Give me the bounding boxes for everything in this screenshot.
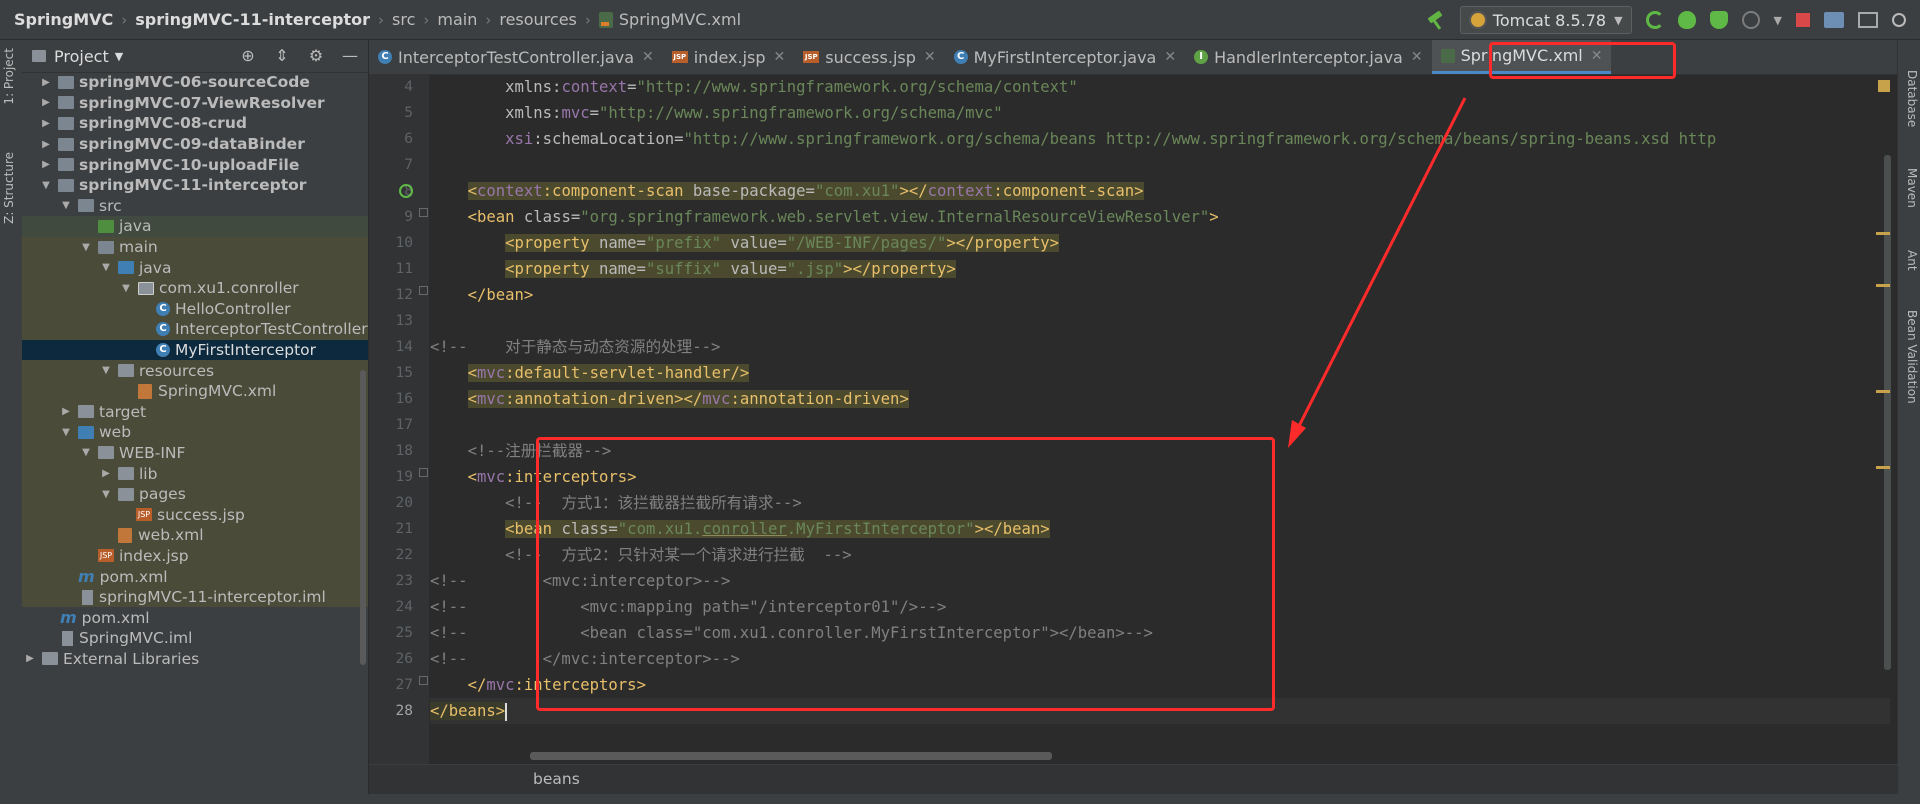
annotation-arrow-line [1294,97,1467,433]
annotation-arrowhead [1288,420,1306,448]
annotation-arrow [1288,97,1467,448]
